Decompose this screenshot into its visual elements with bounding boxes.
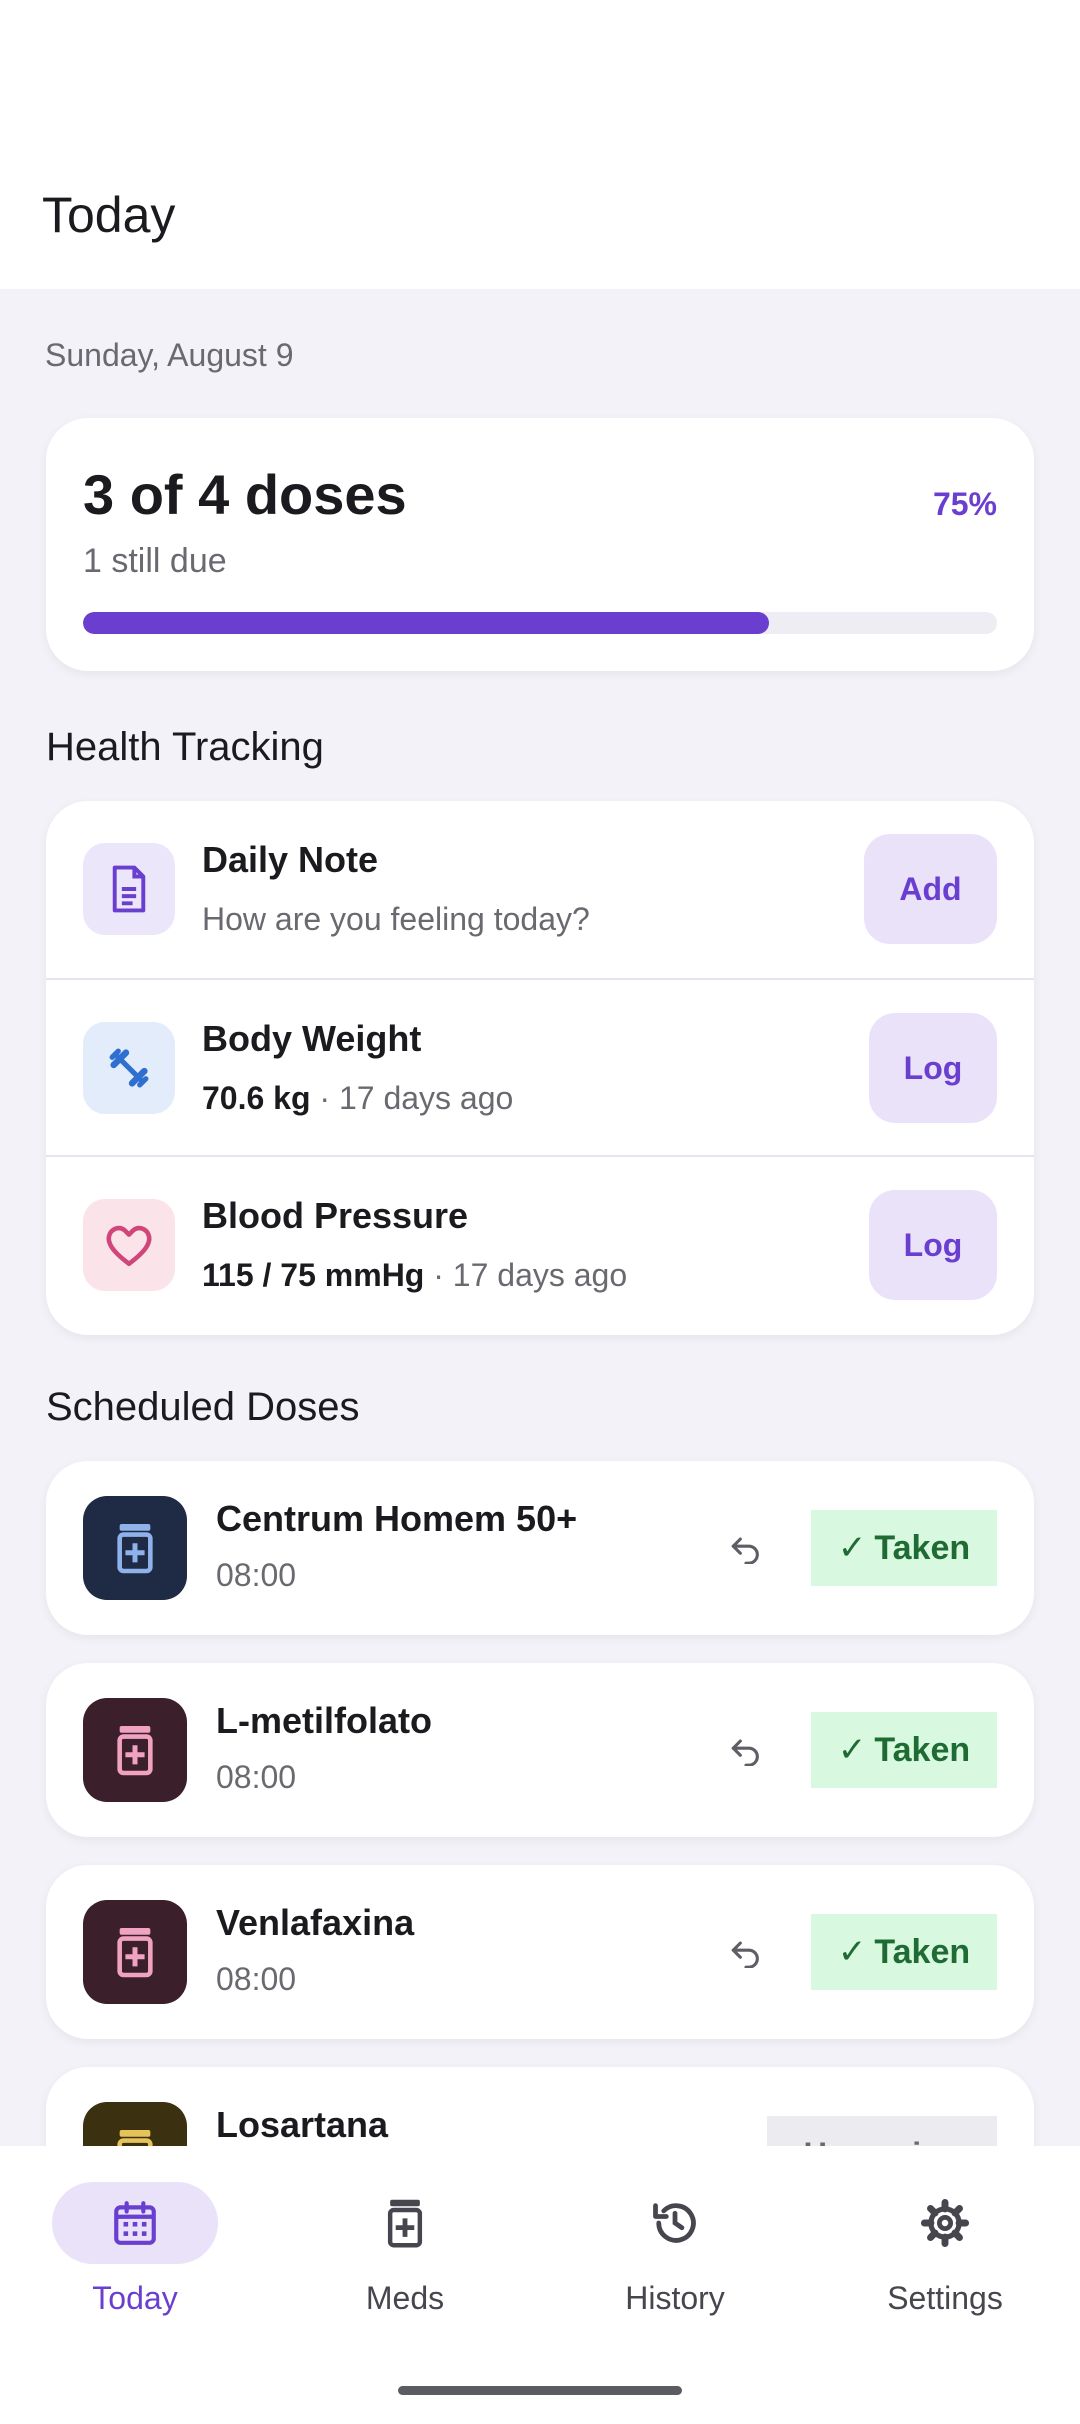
taken-badge[interactable]: ✓ Taken <box>811 1914 997 1990</box>
check-icon: ✓ <box>837 1529 867 1567</box>
health-tracking-card: Daily Note How are you feeling today? Ad… <box>46 801 1034 1335</box>
top-app-bar: Today <box>0 0 1080 289</box>
dose-summary-card: 3 of 4 doses 1 still due 75% <box>46 418 1034 671</box>
doses-remaining: 1 still due <box>83 542 227 580</box>
history-icon <box>592 2182 758 2264</box>
dose-name: L-metilfolato <box>216 1700 432 1741</box>
daily-note-prompt: How are you feeling today? <box>202 901 590 937</box>
dose-time: 08:00 <box>216 1557 297 1593</box>
page-title: Today <box>42 187 176 243</box>
log-weight-button[interactable]: Log <box>869 1013 997 1123</box>
nav-history[interactable]: History <box>555 2182 795 2332</box>
today-content[interactable]: Sunday, August 9 3 of 4 doses 1 still du… <box>0 289 1080 2146</box>
separator: · <box>424 1257 453 1293</box>
undo-icon[interactable] <box>722 1525 770 1573</box>
taken-label: Taken <box>874 1528 971 1567</box>
check-icon: ✓ <box>837 1933 867 1971</box>
pill-bottle-icon <box>83 1698 187 1802</box>
progress-bar-fill <box>83 612 769 634</box>
undo-icon[interactable] <box>722 1727 770 1775</box>
blood-pressure-summary: 115 / 75 mmHg · 17 days ago <box>202 1257 627 1294</box>
scheduled-doses-title: Scheduled Doses <box>46 1385 360 1429</box>
dose-name: Venlafaxina <box>216 1902 415 1943</box>
body-weight-summary: 70.6 kg · 17 days ago <box>202 1080 513 1117</box>
nav-meds-label: Meds <box>365 2280 445 2316</box>
blood-pressure-ago: 17 days ago <box>452 1257 628 1293</box>
taken-badge[interactable]: ✓ Taken <box>811 1510 997 1586</box>
home-indicator[interactable] <box>398 2386 682 2395</box>
health-tracking-title: Health Tracking <box>46 725 324 769</box>
body-weight-ago: 17 days ago <box>338 1080 514 1116</box>
dose-card[interactable]: L-metilfolato 08:00 ✓ Taken <box>46 1663 1034 1837</box>
dose-name: Centrum Homem 50+ <box>216 1498 578 1539</box>
nav-today[interactable]: Today <box>15 2182 255 2332</box>
blood-pressure-row[interactable]: Blood Pressure 115 / 75 mmHg · 17 days a… <box>46 1155 1034 1332</box>
separator: · <box>310 1080 339 1116</box>
dose-card[interactable]: Losartana Upcoming <box>46 2067 1034 2146</box>
taken-label: Taken <box>874 1730 971 1769</box>
scale-icon <box>83 1022 175 1114</box>
check-icon: ✓ <box>837 1731 867 1769</box>
undo-icon[interactable] <box>722 1929 770 1977</box>
nav-today-label: Today <box>92 2280 178 2316</box>
nav-settings[interactable]: Settings <box>825 2182 1065 2332</box>
blood-pressure-title: Blood Pressure <box>202 1195 469 1236</box>
progress-bar <box>83 612 997 634</box>
daily-note-title: Daily Note <box>202 839 379 880</box>
taken-label: Taken <box>874 1932 971 1971</box>
progress-percent: 75% <box>932 486 997 522</box>
add-note-button[interactable]: Add <box>864 834 997 944</box>
body-weight-value: 70.6 kg <box>202 1080 311 1116</box>
gear-icon <box>862 2182 1028 2264</box>
body-weight-row[interactable]: Body Weight 70.6 kg · 17 days ago Log <box>46 978 1034 1155</box>
log-blood-pressure-button[interactable]: Log <box>869 1190 997 1300</box>
nav-history-label: History <box>625 2280 725 2316</box>
dose-name: Losartana <box>216 2104 389 2145</box>
pill-bottle-icon <box>83 1496 187 1600</box>
document-icon <box>83 843 175 935</box>
daily-note-row[interactable]: Daily Note How are you feeling today? Ad… <box>46 801 1034 978</box>
nav-meds[interactable]: Meds <box>285 2182 525 2332</box>
dose-card[interactable]: Centrum Homem 50+ 08:00 ✓ Taken <box>46 1461 1034 1635</box>
taken-badge[interactable]: ✓ Taken <box>811 1712 997 1788</box>
pill-bottle-icon <box>322 2182 488 2264</box>
dose-time: 08:00 <box>216 1759 297 1795</box>
calendar-icon <box>52 2182 218 2264</box>
pill-bottle-icon <box>83 1900 187 2004</box>
bottom-navigation: Today Meds History Settings <box>0 2146 1080 2424</box>
upcoming-badge[interactable]: Upcoming <box>767 2116 997 2146</box>
pill-bottle-icon <box>83 2102 187 2146</box>
body-weight-title: Body Weight <box>202 1018 422 1059</box>
dose-card[interactable]: Venlafaxina 08:00 ✓ Taken <box>46 1865 1034 2039</box>
date-label: Sunday, August 9 <box>45 337 294 373</box>
dose-time: 08:00 <box>216 1961 297 1997</box>
doses-count: 3 of 4 doses <box>83 463 407 526</box>
nav-settings-label: Settings <box>887 2280 1003 2316</box>
heart-icon <box>83 1199 175 1291</box>
blood-pressure-value: 115 / 75 mmHg <box>202 1257 425 1293</box>
